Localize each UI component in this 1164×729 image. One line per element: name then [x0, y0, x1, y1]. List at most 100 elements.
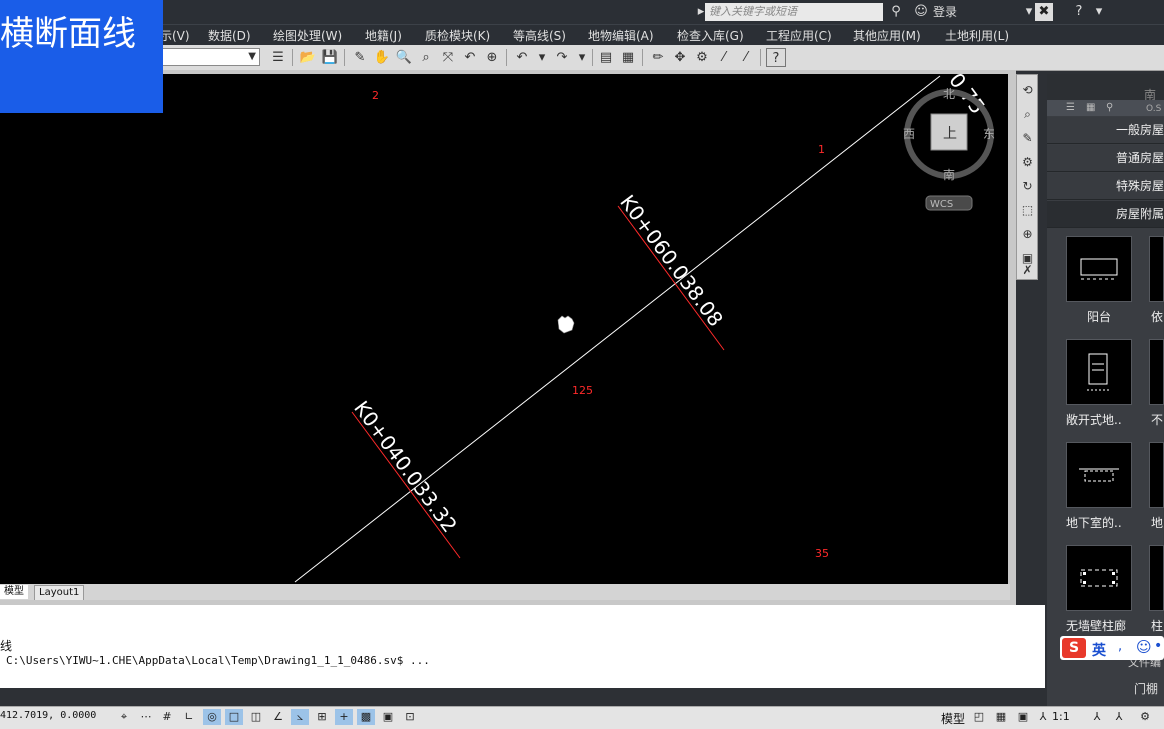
- grid-view-icon[interactable]: ▦: [1086, 102, 1095, 113]
- coordinates-readout: 412.7019, 0.0000: [0, 710, 97, 721]
- category-special-house[interactable]: 特殊房屋: [1047, 173, 1164, 200]
- balcony-icon[interactable]: [1066, 236, 1132, 302]
- command-window[interactable]: [0, 605, 1045, 688]
- chevron-down-icon: ▼: [248, 51, 256, 62]
- auto-scale-icon[interactable]: ⅄: [1110, 709, 1128, 725]
- location-icon[interactable]: ⚲: [1106, 102, 1113, 113]
- selection-cycling-icon[interactable]: ⊡: [401, 709, 419, 725]
- pan-icon[interactable]: ✋: [372, 48, 392, 67]
- category-house-attachment[interactable]: 房屋附属: [1047, 201, 1164, 228]
- infer-constraints-icon[interactable]: ⌖: [115, 709, 133, 725]
- pencil-icon[interactable]: ✎: [1019, 129, 1036, 147]
- move-icon[interactable]: ✥: [670, 48, 690, 67]
- object-snap-icon[interactable]: □: [225, 709, 243, 725]
- ime-emoji-icon[interactable]: ☺: [1136, 638, 1152, 656]
- design-center-icon[interactable]: ▦: [618, 48, 638, 67]
- binoculars-icon[interactable]: ⚲: [887, 3, 905, 21]
- menu-check-import[interactable]: 检查入库(G): [677, 27, 744, 44]
- sogou-logo-icon[interactable]: S: [1062, 638, 1086, 658]
- menu-qc[interactable]: 质检模块(K): [425, 27, 490, 44]
- properties-icon[interactable]: ▤: [596, 48, 616, 67]
- partial-item-icon[interactable]: [1149, 236, 1164, 302]
- ime-language-toggle[interactable]: 英: [1092, 640, 1106, 660]
- menu-cadastre[interactable]: 地籍(J): [365, 27, 402, 44]
- search-input[interactable]: 键入关键字或短语: [705, 3, 883, 21]
- tab-model[interactable]: 模型: [0, 585, 28, 599]
- save-icon[interactable]: 💾: [320, 48, 340, 67]
- menu-feature-edit[interactable]: 地物编辑(A): [588, 27, 654, 44]
- menu-contour[interactable]: 等高线(S): [513, 27, 566, 44]
- basement-icon[interactable]: [1066, 442, 1132, 508]
- zoom-scale-icon[interactable]: ⊕: [482, 48, 502, 67]
- partial-item-icon[interactable]: [1149, 442, 1164, 508]
- quick-view-drawings-icon[interactable]: ▣: [1014, 709, 1032, 725]
- workspace-settings-icon[interactable]: ⚙: [1136, 709, 1154, 725]
- 3d-snap-icon[interactable]: ◫: [247, 709, 265, 725]
- select-icon[interactable]: ⬚: [1019, 201, 1036, 219]
- redo-icon[interactable]: ↷: [552, 48, 572, 67]
- ime-punctuation-icon[interactable]: ,: [1118, 639, 1122, 654]
- help-dropdown-icon[interactable]: ▾: [1090, 3, 1108, 21]
- rotate-icon[interactable]: ↻: [1019, 177, 1036, 195]
- menu-engineering[interactable]: 工程应用(C): [766, 27, 832, 44]
- menu-data[interactable]: 数据(D): [208, 27, 251, 44]
- open-icon[interactable]: 📂: [298, 48, 318, 67]
- undo-icon[interactable]: ↶: [512, 48, 532, 67]
- trim-icon[interactable]: ⁄: [714, 48, 734, 67]
- lineweight-toggle-icon[interactable]: +: [335, 709, 353, 725]
- partial-item-icon[interactable]: [1149, 545, 1164, 611]
- transparency-icon[interactable]: ▩: [357, 709, 375, 725]
- zoom-extents-icon[interactable]: ⤧: [438, 48, 458, 67]
- zoom-window-icon[interactable]: ⌕: [416, 48, 436, 67]
- lineweight-icon[interactable]: ☰: [268, 48, 288, 67]
- extend-icon[interactable]: ⁄: [736, 48, 756, 67]
- node-edit-icon[interactable]: ⚙: [1019, 153, 1036, 171]
- undo-dropdown-icon[interactable]: ▾: [532, 48, 552, 67]
- redo-dropdown-icon[interactable]: ▾: [572, 48, 592, 67]
- quick-view-icon[interactable]: ▦: [992, 709, 1010, 725]
- category-ordinary-house[interactable]: 普通房屋: [1047, 145, 1164, 172]
- refresh-icon[interactable]: ⟲: [1019, 81, 1036, 99]
- viewcube[interactable]: 上 北 南 西 东 WCS: [903, 87, 995, 211]
- open-basement-icon[interactable]: [1066, 339, 1132, 405]
- menu-draw[interactable]: 绘图处理(W): [273, 27, 342, 44]
- wall-less-colonnade-icon[interactable]: [1066, 545, 1132, 611]
- snap-mode-icon[interactable]: ⋯: [137, 709, 155, 725]
- layer-dropdown[interactable]: ▼: [160, 48, 260, 66]
- draw-pen-icon[interactable]: ✏: [648, 48, 668, 67]
- dynamic-input-icon[interactable]: ⊞: [313, 709, 331, 725]
- annotation-scale-icon[interactable]: ⅄: [1034, 709, 1052, 725]
- drawing-canvas[interactable]: K0+060.0 38.08 K0+040.0 33.32 0.75 2 1 1…: [0, 74, 1008, 584]
- login-link[interactable]: 登录: [933, 3, 1029, 21]
- model-space-label[interactable]: 模型: [941, 710, 965, 727]
- list-view-icon[interactable]: ☰: [1066, 102, 1075, 113]
- menu-land-use[interactable]: 土地利用(L): [945, 27, 1009, 44]
- partial-item-icon[interactable]: [1149, 339, 1164, 405]
- category-general-house[interactable]: 一般房屋: [1047, 117, 1164, 144]
- menu-other[interactable]: 其他应用(M): [853, 27, 921, 44]
- exchange-icon[interactable]: ✖: [1035, 3, 1053, 21]
- annotation-scale-value[interactable]: 1:1: [1052, 710, 1070, 723]
- object-snap-tracking-icon[interactable]: ∠: [269, 709, 287, 725]
- eraser-icon[interactable]: ✎: [350, 48, 370, 67]
- delete-icon[interactable]: ✗: [1019, 261, 1036, 279]
- dynamic-ucs-icon[interactable]: ⦣: [291, 709, 309, 725]
- snap-tool-icon[interactable]: ⊕: [1019, 225, 1036, 243]
- quick-properties-icon[interactable]: ▣: [379, 709, 397, 725]
- grid-display-icon[interactable]: #: [158, 709, 176, 725]
- help-icon[interactable]: ?: [1070, 3, 1088, 21]
- tab-layout1[interactable]: Layout1: [34, 585, 85, 600]
- zoom-previous-icon[interactable]: ↶: [460, 48, 480, 67]
- user-icon[interactable]: ☺: [912, 3, 930, 21]
- annotation-visibility-icon[interactable]: ⅄: [1088, 709, 1106, 725]
- chainage-label-k0-040: K0+040.0: [349, 396, 428, 491]
- help-toolbar-icon[interactable]: ?: [766, 48, 786, 67]
- menu-view[interactable]: 示(V): [160, 27, 190, 44]
- zoom-realtime-icon[interactable]: 🔍: [394, 48, 414, 67]
- snap-node-icon[interactable]: ⚙: [692, 48, 712, 67]
- ime-voice-icon[interactable]: •: [1154, 638, 1162, 654]
- layout-view-icon[interactable]: ◰: [970, 709, 988, 725]
- ortho-mode-icon[interactable]: ∟: [180, 709, 198, 725]
- polar-tracking-icon[interactable]: ◎: [203, 709, 221, 725]
- query-icon[interactable]: ⌕: [1019, 105, 1036, 123]
